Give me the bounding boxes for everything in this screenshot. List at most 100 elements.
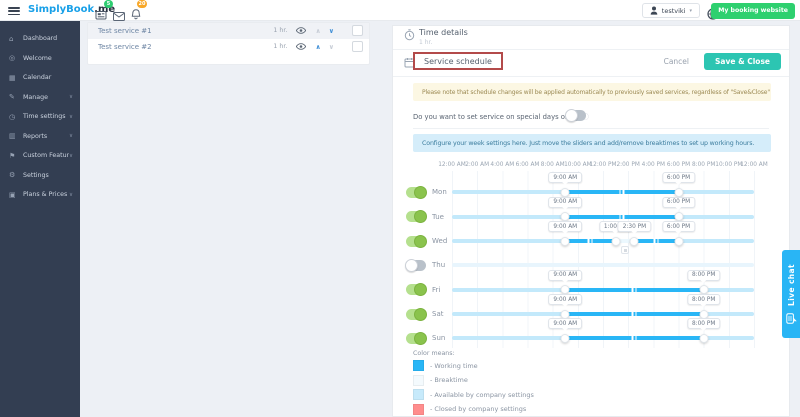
service-name: Test service #1 xyxy=(98,27,273,35)
time-slider-track[interactable] xyxy=(452,288,754,292)
segment-drag-grip[interactable] xyxy=(587,238,594,245)
time-details-title[interactable]: Time details xyxy=(419,28,468,37)
eye-icon[interactable] xyxy=(296,27,306,34)
legend-swatch xyxy=(413,404,424,415)
sidebar-item-settings[interactable]: ⚙Settings xyxy=(0,166,80,186)
live-chat-tab[interactable]: Live chat xyxy=(782,250,800,338)
chevron-down-icon: ∨ xyxy=(69,153,73,159)
move-down-icon[interactable]: ∨ xyxy=(329,27,334,35)
day-toggle-sun[interactable] xyxy=(406,333,426,344)
user-menu-button[interactable]: testviki ▾ xyxy=(642,3,700,18)
day-toggle-thu[interactable] xyxy=(406,260,426,271)
sidebar-item-custom-features[interactable]: ⚑Custom Features∨ xyxy=(0,146,80,166)
service-schedule-title-highlight: Service schedule xyxy=(413,52,503,70)
news-icon xyxy=(95,10,107,20)
day-label: Fri xyxy=(432,286,440,294)
axis-tick-label: 2:00 AM xyxy=(465,162,489,168)
time-slider-track[interactable] xyxy=(452,239,754,243)
axis-tick-label: 4:00 AM xyxy=(490,162,514,168)
service-checkbox[interactable] xyxy=(352,25,363,36)
slider-handle[interactable] xyxy=(674,237,683,246)
my-booking-website-button[interactable]: My booking website xyxy=(711,3,795,19)
reports-icon: ▥ xyxy=(9,132,23,140)
news-button[interactable]: 5 xyxy=(95,5,107,24)
time-bubble: 9:00 AM xyxy=(548,221,582,232)
slider-handle[interactable] xyxy=(699,334,708,343)
schedule-warning-notice: Please note that schedule changes will b… xyxy=(413,83,771,101)
day-toggle-fri[interactable] xyxy=(406,284,426,295)
time-slider-track[interactable] xyxy=(452,190,754,194)
service-list: Test service #11 hr.∧∨Test service #21 h… xyxy=(87,22,370,65)
divider xyxy=(393,76,789,77)
segment-drag-grip[interactable] xyxy=(631,311,638,318)
remove-breaktime-button[interactable] xyxy=(621,246,629,254)
sidebar-item-reports[interactable]: ▥Reports∨ xyxy=(0,127,80,147)
sidebar-item-welcome[interactable]: ◎Welcome xyxy=(0,49,80,69)
sidebar-item-dashboard[interactable]: ⌂Dashboard xyxy=(0,29,80,49)
slider-handle[interactable] xyxy=(561,188,570,197)
day-label: Sat xyxy=(432,310,443,318)
day-toggle-tue[interactable] xyxy=(406,211,426,222)
notifications-button[interactable]: 20 xyxy=(131,5,141,24)
day-label: Mon xyxy=(432,188,447,196)
service-schedule-title[interactable]: Service schedule xyxy=(424,57,492,66)
slider-handle[interactable] xyxy=(611,237,620,246)
time-details-subtitle: 1 hr. xyxy=(419,39,432,46)
time-slider-track[interactable] xyxy=(452,215,754,219)
legend-swatch xyxy=(413,375,424,386)
time-slider-track[interactable] xyxy=(452,312,754,316)
eye-icon[interactable] xyxy=(296,43,306,50)
slider-handle[interactable] xyxy=(561,285,570,294)
special-days-toggle[interactable] xyxy=(566,110,586,121)
chevron-down-icon: ∨ xyxy=(69,114,73,120)
sidebar-item-label: Reports xyxy=(23,133,69,140)
axis-tick-label: 6:00 AM xyxy=(516,162,540,168)
move-down-icon[interactable]: ∨ xyxy=(329,43,334,51)
time-bubble: 6:00 PM xyxy=(662,197,695,208)
slider-handle[interactable] xyxy=(561,334,570,343)
hamburger-menu-icon[interactable] xyxy=(8,7,20,15)
move-up-icon[interactable]: ∧ xyxy=(315,27,320,35)
messages-button[interactable] xyxy=(113,6,125,25)
slider-handle[interactable] xyxy=(630,237,639,246)
sidebar-item-label: Welcome xyxy=(23,55,73,62)
calendar-icon: ▦ xyxy=(9,74,23,82)
legend-row: - Breaktime xyxy=(413,375,534,386)
person-icon xyxy=(650,6,658,15)
sidebar-item-manage[interactable]: ✎Manage∨ xyxy=(0,88,80,108)
time-bubble: 9:00 AM xyxy=(548,172,582,183)
move-up-icon[interactable]: ∧ xyxy=(315,43,320,51)
day-label: Tue xyxy=(432,213,444,221)
sidebar-item-label: Custom Features xyxy=(23,152,69,159)
cancel-button[interactable]: Cancel xyxy=(664,57,689,66)
slider-handle[interactable] xyxy=(561,237,570,246)
service-checkbox[interactable] xyxy=(352,41,363,52)
sidebar-item-plans-prices[interactable]: ▣Plans & Prices∨ xyxy=(0,185,80,205)
day-row-fri: Fri9:00 AM8:00 PM xyxy=(393,280,791,300)
time-slider-track[interactable] xyxy=(452,336,754,340)
special-days-question: Do you want to set service on special da… xyxy=(413,112,589,122)
axis-tick-label: 8:00 PM xyxy=(692,162,715,168)
service-row[interactable]: Test service #11 hr.∧∨ xyxy=(88,23,369,39)
slider-handle[interactable] xyxy=(699,285,708,294)
slider-handle[interactable] xyxy=(561,212,570,221)
slider-handle[interactable] xyxy=(674,212,683,221)
segment-drag-grip[interactable] xyxy=(631,286,638,293)
segment-drag-grip[interactable] xyxy=(618,213,625,220)
day-row-sat: Sat9:00 AM8:00 PM xyxy=(393,304,791,324)
sidebar-item-time-settings[interactable]: ◷Time settings∨ xyxy=(0,107,80,127)
envelope-icon xyxy=(113,12,125,21)
service-row[interactable]: Test service #21 hr.∧∨ xyxy=(88,39,369,55)
segment-drag-grip[interactable] xyxy=(618,189,625,196)
segment-drag-grip[interactable] xyxy=(653,238,660,245)
legend-row: - Closed by company settings xyxy=(413,404,534,415)
day-toggle-sat[interactable] xyxy=(406,309,426,320)
sidebar-item-calendar[interactable]: ▦Calendar xyxy=(0,68,80,88)
segment-drag-grip[interactable] xyxy=(631,335,638,342)
day-toggle-wed[interactable] xyxy=(406,236,426,247)
slider-handle[interactable] xyxy=(674,188,683,197)
day-toggle-mon[interactable] xyxy=(406,187,426,198)
axis-tick-label: 2:00 PM xyxy=(616,162,639,168)
schedule-help-notice: Configure your week settings here. Just … xyxy=(413,134,771,152)
save-close-button[interactable]: Save & Close xyxy=(704,53,781,70)
